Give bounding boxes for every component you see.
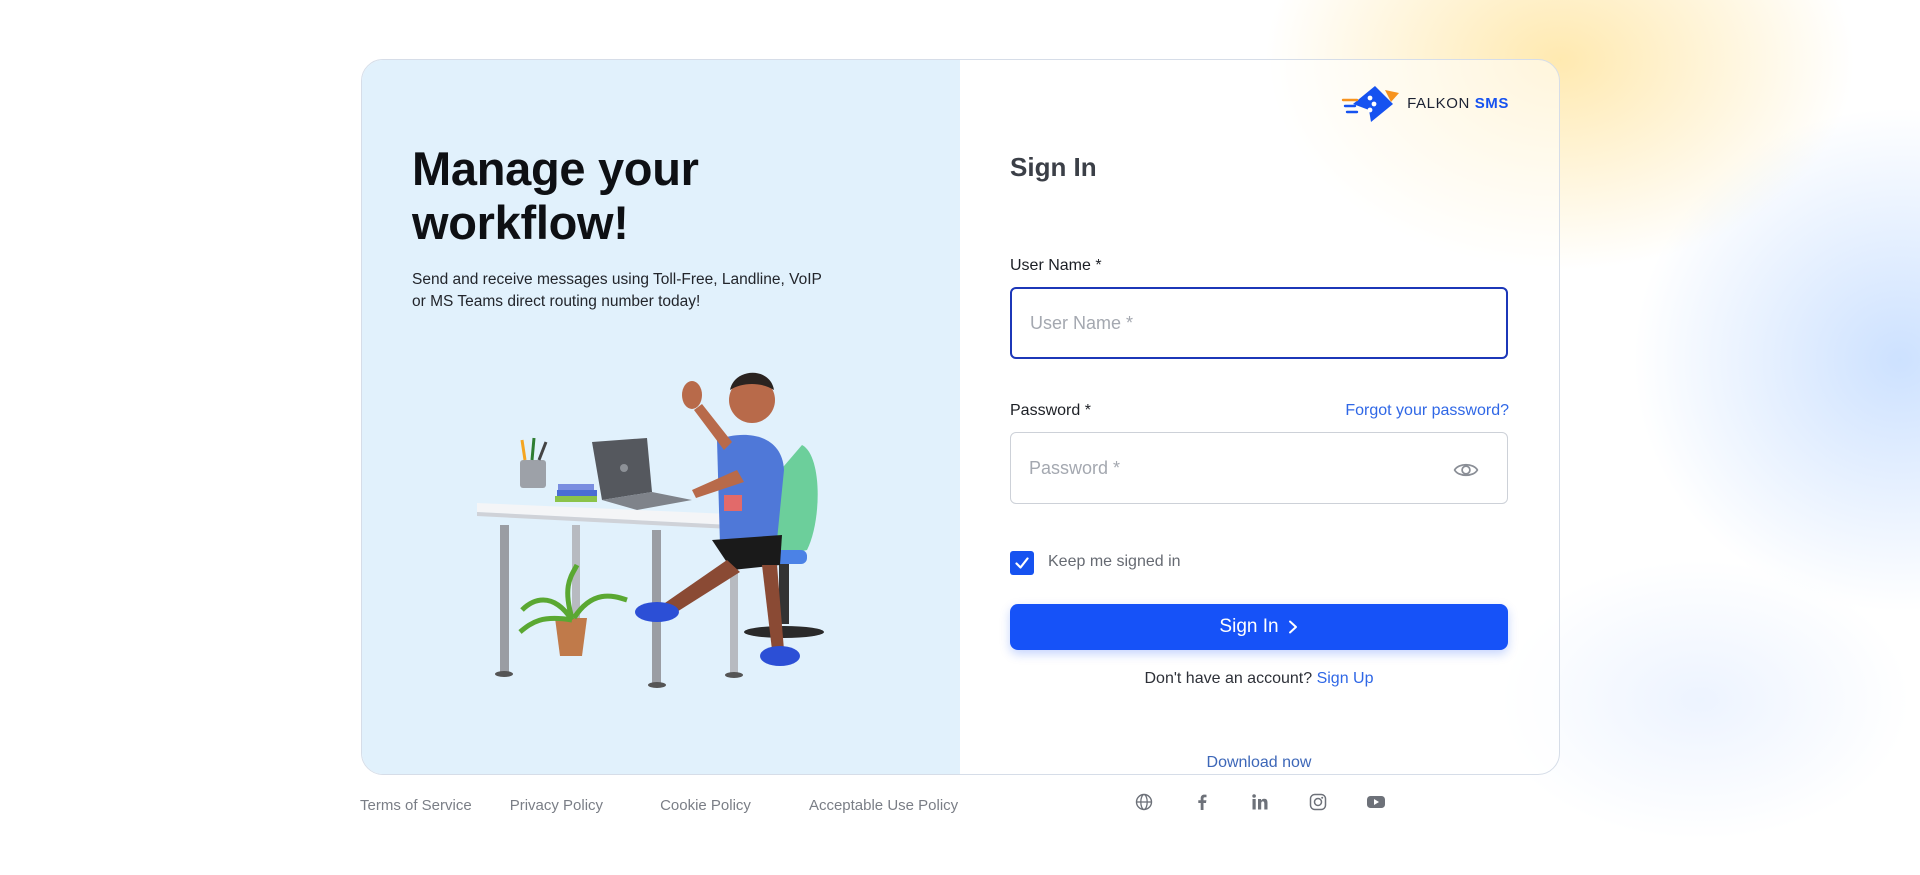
brand-logo[interactable]: FALKON SMS [1341, 80, 1509, 126]
brand-name-part1: FALKON [1407, 94, 1470, 112]
acceptable-use-link[interactable]: Acceptable Use Policy [809, 797, 958, 814]
signup-link[interactable]: Sign Up [1317, 670, 1374, 687]
keep-signed-in-label[interactable]: Keep me signed in [1048, 553, 1181, 571]
cookie-link[interactable]: Cookie Policy [660, 797, 751, 814]
instagram-icon[interactable] [1308, 792, 1328, 812]
hero-subline: Send and receive messages using Toll-Fre… [412, 271, 822, 310]
signin-button-label: Sign In [1219, 616, 1279, 637]
brand-name-part2: SMS [1474, 94, 1509, 112]
linkedin-icon[interactable] [1250, 792, 1270, 812]
hero-panel: Manage your workflow! Send and receive m… [362, 60, 960, 774]
signin-panel: FALKON SMS Sign In User Name * Password … [960, 60, 1559, 774]
show-password-icon[interactable] [1453, 457, 1479, 483]
brand-name: FALKON SMS [1407, 95, 1509, 112]
hero-headline: Manage your workflow! [412, 142, 699, 249]
signin-title: Sign In [1010, 152, 1097, 182]
username-label: User Name * [1010, 257, 1102, 274]
globe-icon[interactable] [1134, 792, 1154, 812]
no-account-text: Don't have an account? [1144, 670, 1313, 687]
signup-row: Don't have an account? Sign Up [1010, 670, 1508, 688]
social-links [1134, 792, 1386, 812]
youtube-icon[interactable] [1366, 792, 1386, 812]
signin-button[interactable]: Sign In [1010, 604, 1508, 650]
chevron-right-icon [1288, 620, 1297, 634]
workspace-illustration [477, 372, 824, 688]
privacy-link[interactable]: Privacy Policy [510, 797, 603, 814]
falkon-logo-icon [1341, 86, 1400, 122]
password-label: Password * [1010, 402, 1091, 419]
download-label: Download now [1206, 754, 1312, 771]
password-input[interactable] [1010, 432, 1508, 504]
forgot-password-link[interactable]: Forgot your password? [1345, 402, 1509, 420]
footer-links: Terms of Service Privacy Policy Cookie P… [360, 797, 958, 814]
username-input[interactable] [1010, 287, 1508, 359]
login-card: Manage your workflow! Send and receive m… [361, 59, 1560, 775]
keep-signed-in-checkbox[interactable] [1010, 551, 1034, 575]
terms-link[interactable]: Terms of Service [360, 797, 472, 814]
facebook-icon[interactable] [1192, 792, 1212, 812]
checkmark-icon [1015, 557, 1029, 569]
